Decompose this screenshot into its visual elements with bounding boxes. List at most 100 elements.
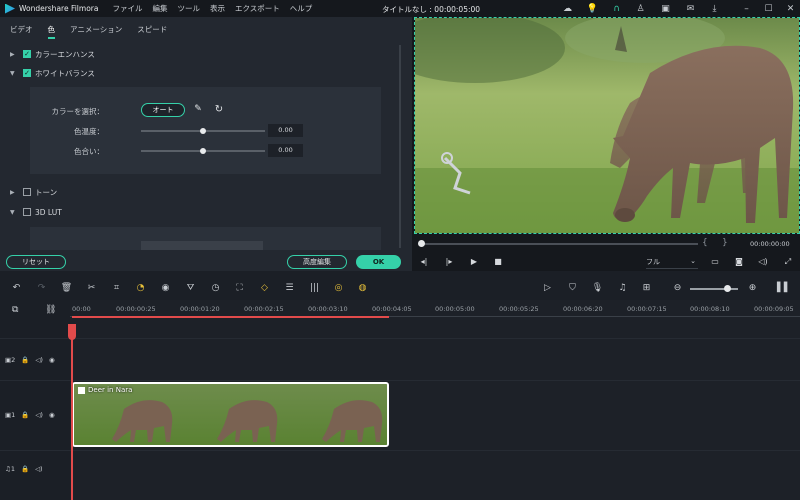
marker-icon[interactable]: ⛉	[566, 282, 579, 295]
maximize-icon[interactable]: ☐	[763, 3, 774, 14]
link-icon[interactable]: ⛓	[45, 305, 56, 315]
advanced-edit-button[interactable]: 高度編集	[287, 255, 347, 269]
menu-tools[interactable]: ツール	[177, 3, 200, 14]
download-icon[interactable]: ⤓	[709, 3, 720, 14]
menu-view[interactable]: 表示	[210, 3, 225, 14]
zoom-out-icon[interactable]: ⊖	[671, 282, 684, 295]
preview-scrubber[interactable]: { } 00:00:00:00	[412, 238, 800, 250]
mail-icon[interactable]: ✉	[685, 3, 696, 14]
time-ruler[interactable]: 00:00 00:00:00:25 00:00:01:20 00:00:02:1…	[70, 300, 800, 322]
cloud-icon[interactable]: ☁	[562, 3, 573, 14]
auto-button[interactable]: オート	[141, 103, 185, 117]
reset-button[interactable]: リセット	[6, 255, 66, 269]
mute-icon[interactable]: ◁)	[35, 411, 43, 419]
white-balance-checkbox[interactable]: ✓	[23, 69, 31, 77]
stop-icon[interactable]: ■	[492, 257, 504, 266]
eye-icon[interactable]: ◉	[49, 356, 55, 364]
eye-icon[interactable]: ◉	[49, 411, 55, 419]
ok-button[interactable]: OK	[356, 255, 401, 269]
crop-icon[interactable]: ⌗	[110, 282, 123, 295]
play-icon[interactable]: ▶	[468, 257, 480, 266]
mark-in-icon[interactable]: {	[702, 238, 708, 248]
temperature-slider[interactable]	[141, 128, 265, 134]
section-color-enhance[interactable]: ▶ ✓ カラーエンハンス	[10, 47, 95, 61]
section-3d-lut[interactable]: ▼ 3D LUT	[10, 205, 62, 219]
audio-mix-icon[interactable]: |||	[308, 282, 321, 295]
menu-file[interactable]: ファイル	[112, 3, 142, 14]
playhead-handle[interactable]	[68, 324, 76, 340]
keyframe-icon[interactable]: ◇	[258, 282, 271, 295]
temperature-slider-handle[interactable]	[200, 128, 206, 134]
delete-icon[interactable]: 🗑	[60, 282, 73, 295]
eyedropper-icon[interactable]: ✎	[192, 104, 204, 116]
video-clip[interactable]: Deer in Nara	[72, 382, 389, 447]
render-icon[interactable]: ▷	[541, 282, 554, 295]
tab-speed[interactable]: スピード	[137, 17, 167, 42]
tone-checkbox[interactable]	[23, 188, 31, 196]
quality-select[interactable]: フル ⌄	[646, 257, 698, 269]
chevron-down-icon[interactable]: ▼	[10, 70, 18, 77]
zoom-slider-handle[interactable]	[724, 285, 731, 292]
lock-icon[interactable]: 🔒	[21, 411, 29, 419]
mark-out-icon[interactable]: }	[722, 238, 728, 248]
close-icon[interactable]: ✕	[785, 3, 796, 14]
tint-slider[interactable]	[141, 148, 265, 154]
zoom-fit-icon[interactable]: ⛶	[233, 282, 246, 295]
tab-color[interactable]: 色	[47, 17, 55, 42]
voiceover-icon[interactable]: ♫	[616, 282, 629, 295]
prev-frame-icon[interactable]: ◂|	[418, 257, 430, 266]
chevron-right-icon[interactable]: ▶	[10, 189, 18, 196]
mute-icon[interactable]: ◁)	[35, 356, 43, 364]
duration-icon[interactable]: ◷	[209, 282, 222, 295]
chevron-down-icon[interactable]: ▼	[10, 209, 18, 216]
redo-icon[interactable]: ↷	[35, 282, 48, 295]
color-icon[interactable]: ◉	[159, 282, 172, 295]
scrub-track[interactable]	[420, 243, 698, 245]
preview-video[interactable]	[414, 17, 800, 234]
minimize-icon[interactable]: –	[741, 3, 752, 14]
zoom-in-icon[interactable]: ⊕	[746, 282, 759, 295]
stabilize-icon[interactable]: ⛛	[184, 282, 197, 295]
volume-icon[interactable]: ◁)	[757, 257, 769, 266]
user-icon[interactable]: ♙	[635, 3, 646, 14]
menu-export[interactable]: エクスポート	[235, 3, 280, 14]
play-frame-icon[interactable]: |▸	[443, 257, 455, 266]
tint-value[interactable]: 0.00	[268, 144, 303, 157]
tab-animation[interactable]: アニメーション	[70, 17, 122, 42]
playhead[interactable]	[71, 324, 73, 500]
panel-scrollbar[interactable]	[399, 45, 401, 248]
mic-icon[interactable]: 🎙	[591, 282, 604, 295]
mute-icon[interactable]: ◁)	[35, 465, 43, 473]
ai-icon[interactable]: ◍	[356, 282, 369, 295]
color-enhance-checkbox[interactable]: ✓	[23, 50, 31, 58]
lut-checkbox[interactable]	[23, 208, 31, 216]
section-tone[interactable]: ▶ トーン	[10, 185, 57, 199]
adjust-icon[interactable]: ☰	[283, 282, 296, 295]
reset-icon[interactable]: ↻	[213, 104, 225, 116]
lock-icon[interactable]: 🔒	[21, 356, 29, 364]
fullscreen-icon[interactable]: ⤢	[782, 257, 794, 267]
temperature-value[interactable]: 0.00	[268, 124, 303, 137]
track-video-2[interactable]: ▣2 🔒 ◁) ◉	[0, 338, 800, 380]
track-audio-1[interactable]: ♫1 🔒 ◁)	[0, 450, 800, 490]
tint-slider-handle[interactable]	[200, 148, 206, 154]
chevron-right-icon[interactable]: ▶	[10, 51, 18, 58]
cut-icon[interactable]: ✂	[85, 282, 98, 295]
section-white-balance[interactable]: ▼ ✓ ホワイトバランス	[10, 66, 95, 80]
monitor-icon[interactable]: ▭	[709, 257, 721, 266]
work-area-bar[interactable]	[72, 316, 389, 318]
lock-icon[interactable]: 🔒	[21, 465, 29, 473]
snap-icon[interactable]: ⊞	[640, 282, 653, 295]
motion-icon[interactable]: ◎	[332, 282, 345, 295]
add-track-icon[interactable]: ⧉	[12, 305, 18, 315]
headset-icon[interactable]: ∩	[611, 3, 622, 14]
lut-dropdown[interactable]	[141, 241, 263, 250]
save-icon[interactable]: ▣	[660, 3, 671, 14]
snapshot-icon[interactable]: ◙	[733, 257, 745, 266]
scrub-handle[interactable]	[418, 240, 425, 247]
menu-edit[interactable]: 編集	[152, 3, 167, 14]
layout-icon[interactable]: ▌▌	[777, 282, 791, 295]
bulb-icon[interactable]: 💡	[587, 3, 598, 14]
tab-video[interactable]: ビデオ	[10, 17, 33, 42]
undo-icon[interactable]: ↶	[10, 282, 23, 295]
